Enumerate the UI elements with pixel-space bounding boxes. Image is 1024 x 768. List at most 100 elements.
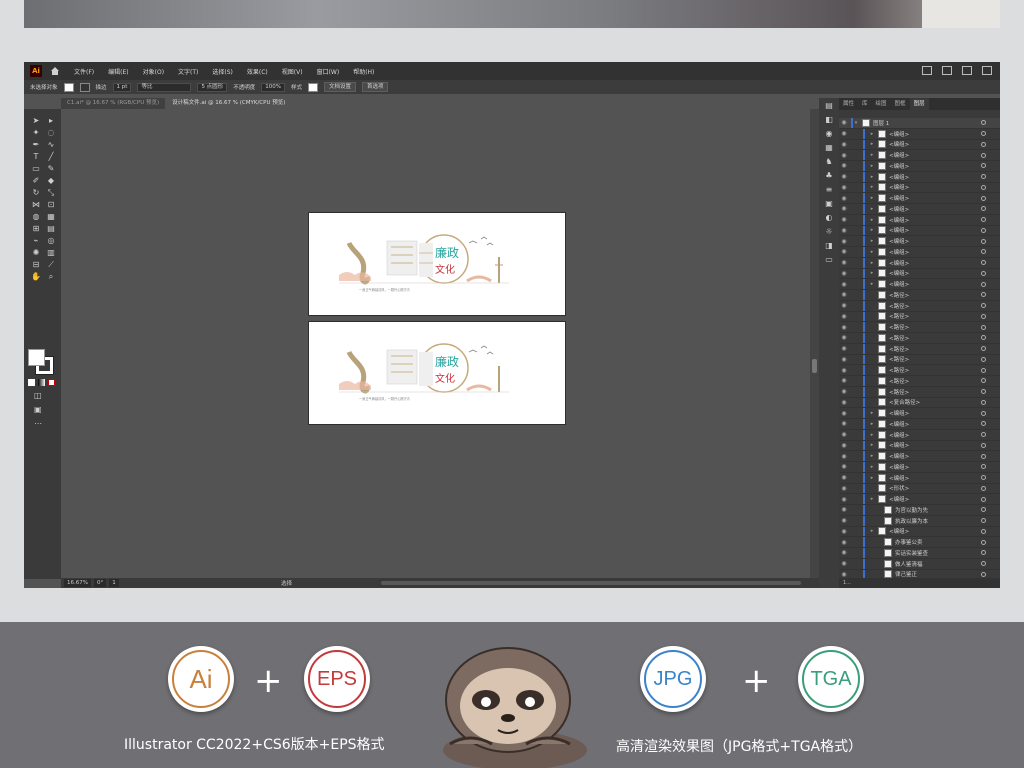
visibility-eye-icon[interactable]: ◉ [839, 334, 849, 341]
visibility-eye-icon[interactable]: ◉ [839, 324, 849, 331]
expand-arrow-icon[interactable]: ▸ [869, 238, 875, 244]
layer-target-icon[interactable] [981, 249, 986, 255]
curvature-icon[interactable]: ∿ [45, 139, 57, 151]
menu-help[interactable]: 帮助(H) [353, 67, 374, 76]
layer-row[interactable]: ◉ ▸ <编组> [839, 408, 1000, 419]
visibility-eye-icon[interactable]: ◉ [839, 205, 849, 212]
brush-points-select[interactable]: 5 点圆形 [197, 82, 228, 92]
layer-row[interactable]: ◉ <路径> [839, 376, 1000, 387]
expand-arrow-icon[interactable]: ▸ [869, 174, 875, 180]
symbol-sprayer-icon[interactable]: ✺ [30, 247, 42, 259]
artboard-tool-icon[interactable]: ⊟ [30, 259, 42, 271]
mesh-icon[interactable]: ⊞ [30, 223, 42, 235]
layer-target-icon[interactable] [981, 227, 986, 233]
layer-row[interactable]: ◉ 做人鉴清福 [839, 558, 1000, 570]
layer-target-icon[interactable] [981, 518, 986, 524]
layer-target-icon[interactable] [981, 399, 986, 405]
brushes-panel-icon[interactable]: ♞ [819, 156, 839, 168]
menu-view[interactable]: 视图(V) [282, 67, 303, 76]
type-tool-icon[interactable]: T [30, 151, 42, 163]
color-panel-icon[interactable]: ◉ [819, 128, 839, 140]
visibility-eye-icon[interactable]: ◉ [839, 399, 849, 406]
artboard-number-field[interactable]: 1 [109, 579, 119, 587]
menu-window[interactable]: 窗口(W) [317, 67, 340, 76]
layer-row[interactable]: ◉ ▸ <编组> [839, 214, 1000, 226]
layer-row[interactable]: ◉ ▸ <编组> [839, 247, 1000, 258]
expand-arrow-icon[interactable]: ▸ [869, 141, 875, 147]
visibility-eye-icon[interactable]: ◉ [839, 291, 849, 298]
fill-stroke-control[interactable] [28, 349, 54, 375]
layer-target-icon[interactable] [981, 432, 986, 438]
layer-row[interactable]: ◉ <路径> [839, 311, 1000, 323]
layer-row[interactable]: ◉ <形状> [839, 483, 1000, 495]
home-icon[interactable] [50, 66, 60, 76]
layer-row[interactable]: ◉ ▸ <编组> [839, 193, 1000, 204]
gradient-panel-icon[interactable]: ▣ [819, 198, 839, 210]
layer-target-icon[interactable] [981, 313, 986, 319]
screen-mode-icon[interactable]: ▣ [34, 405, 42, 414]
visibility-eye-icon[interactable]: ◉ [839, 356, 849, 363]
visibility-eye-icon[interactable]: ◉ [839, 517, 849, 524]
layer-row[interactable]: ◉ ▸ <编组> [839, 128, 1000, 140]
layer-row[interactable]: ◉ ▸ <编组> [839, 139, 1000, 151]
layer-target-icon[interactable] [981, 550, 986, 556]
layer-row[interactable]: ◉ ▸ <编组> [839, 171, 1000, 183]
visibility-eye-icon[interactable]: ◉ [839, 195, 849, 202]
layer-row[interactable]: ◉ ▸ <编组> [839, 440, 1000, 452]
visibility-eye-icon[interactable]: ◉ [839, 238, 849, 245]
layer-row[interactable]: ◉ ▸ <编组> [839, 494, 1000, 505]
layer-target-icon[interactable] [981, 324, 986, 330]
stroke-panel-icon[interactable]: ≡ [819, 184, 839, 196]
layer-target-icon[interactable] [981, 421, 986, 427]
expand-arrow-icon[interactable]: ▸ [869, 206, 875, 212]
layer-target-icon[interactable] [981, 238, 986, 244]
visibility-eye-icon[interactable]: ◉ [839, 367, 849, 374]
gradient-mode-icon[interactable] [38, 379, 45, 386]
menu-edit[interactable]: 编辑(E) [108, 67, 128, 76]
visibility-eye-icon[interactable]: ◉ [839, 388, 849, 395]
vertical-scrollbar[interactable] [810, 109, 819, 578]
artboard-2[interactable]: 廉政 文化 一身正气两袖清风，一颗丹心照汗青 [308, 321, 566, 425]
visibility-eye-icon[interactable]: ◉ [839, 270, 849, 277]
tab-libraries[interactable]: 库 [858, 98, 872, 110]
draw-mode-icon[interactable]: ◫ [34, 391, 42, 400]
symbols-panel-icon[interactable]: ♣ [819, 170, 839, 182]
layer-target-icon[interactable] [981, 131, 986, 137]
layer-row[interactable]: ◉ 办事鉴公卖 [839, 537, 1000, 548]
brush-profile-select[interactable]: 等比 [137, 82, 192, 92]
expand-arrow-icon[interactable]: ▸ [869, 442, 875, 448]
visibility-eye-icon[interactable]: ◉ [839, 463, 849, 470]
layer-target-icon[interactable] [981, 346, 986, 352]
visibility-eye-icon[interactable]: ◉ [839, 119, 849, 126]
tab-document-1[interactable]: C1.ai* @ 16.67 % (RGB/CPU 预览) [61, 98, 166, 109]
visibility-eye-icon[interactable]: ◉ [839, 420, 849, 427]
layer-target-icon[interactable] [981, 378, 986, 384]
zoom-tool-icon[interactable]: ⌕ [45, 271, 57, 283]
menu-object[interactable]: 对象(O) [143, 67, 164, 76]
layer-target-icon[interactable] [981, 356, 986, 362]
layer-target-icon[interactable] [981, 464, 986, 470]
layer-row[interactable]: ◉ ▸ <编组> [839, 182, 1000, 194]
layer-row[interactable]: ◉ <路径> [839, 290, 1000, 301]
expand-arrow-icon[interactable]: ▸ [869, 131, 875, 137]
layer-target-icon[interactable] [981, 453, 986, 459]
layer-row[interactable]: ◉ ▸ <编组> [839, 225, 1000, 237]
close-icon[interactable] [982, 66, 992, 75]
expand-arrow-icon[interactable]: ▸ [869, 281, 875, 287]
layer-row[interactable]: ◉ <路径> [839, 386, 1000, 398]
visibility-eye-icon[interactable]: ◉ [839, 227, 849, 234]
appearance-panel-icon[interactable]: ☼ [819, 226, 839, 238]
visibility-eye-icon[interactable]: ◉ [839, 539, 849, 546]
layer-row[interactable]: ◉ ▸ <编组> [839, 268, 1000, 280]
layer-row-top[interactable]: ◉ ▾ 图层 1 [839, 118, 1000, 129]
layer-row[interactable]: ◉ ▸ <编组> [839, 161, 1000, 172]
expand-arrow-icon[interactable]: ▸ [869, 464, 875, 470]
visibility-eye-icon[interactable]: ◉ [839, 173, 849, 180]
layer-target-icon[interactable] [981, 561, 986, 567]
tab-layers[interactable]: 图层 [909, 98, 929, 110]
paintbrush-icon[interactable]: ✎ [45, 163, 57, 175]
visibility-eye-icon[interactable]: ◉ [839, 302, 849, 309]
layer-target-icon[interactable] [981, 410, 986, 416]
visibility-eye-icon[interactable]: ◉ [839, 184, 849, 191]
zoom-level-field[interactable]: 16.67% [64, 579, 91, 587]
